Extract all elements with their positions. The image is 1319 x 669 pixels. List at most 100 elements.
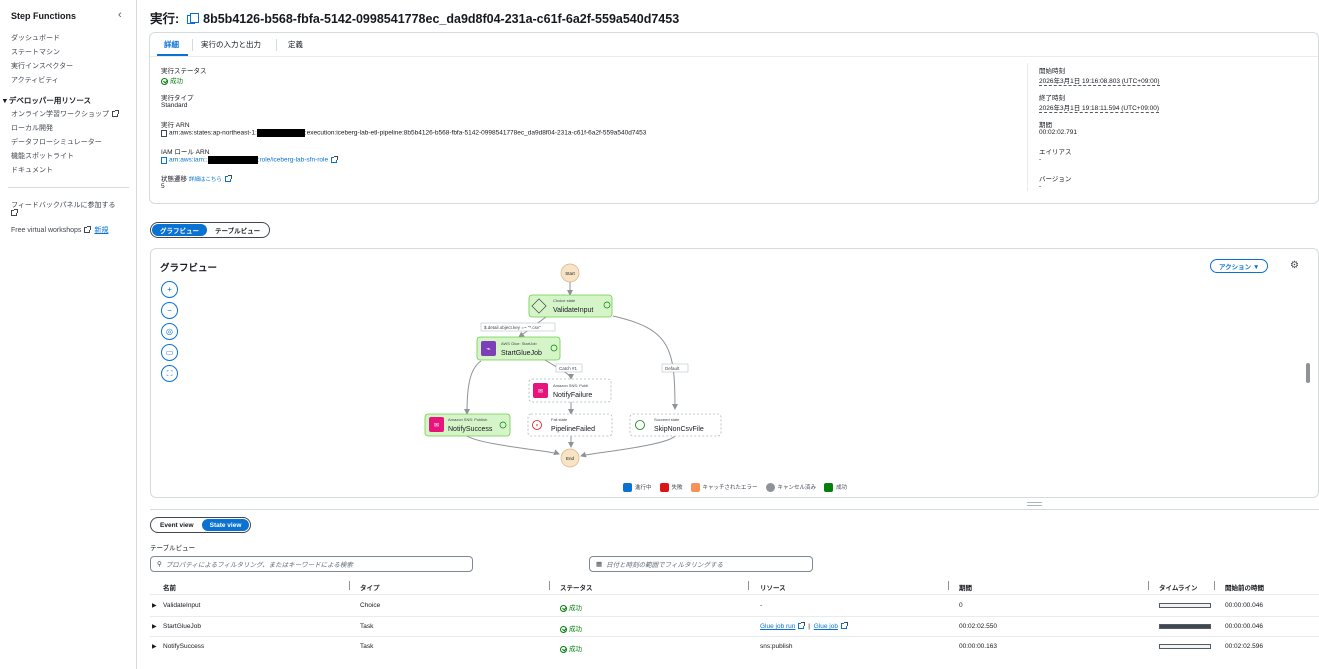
row-resource: sns:publish (760, 643, 793, 650)
version-label: バージョン (1039, 176, 1072, 183)
graph-view-button[interactable]: グラフビュー (152, 224, 207, 236)
search-input[interactable]: ⚲ プロパティによるフィルタリング、またはキーワードによる検索 (150, 556, 473, 572)
glue-job-link[interactable]: Glue job (814, 623, 838, 630)
node-validate-input[interactable]: Choice state ValidateInput (528, 294, 613, 318)
row-resource: Glue job run | Glue job (760, 622, 848, 630)
tab-details[interactable]: 詳細 (164, 39, 179, 50)
arn-prefix: arn:aws:states:ap-northeast-1: (169, 129, 257, 137)
sidebar-item-dataflow-simulator[interactable]: データフローシミュレーター (11, 137, 102, 147)
col-separator[interactable] (1214, 581, 1215, 590)
arn-value: arn:aws:states:ap-northeast-1::execution… (161, 129, 646, 137)
col-separator[interactable] (748, 581, 749, 590)
legend-label: 成功 (836, 485, 848, 491)
alias-value: - (1039, 156, 1042, 163)
feedback-external-link[interactable] (11, 209, 18, 217)
sidebar-item-dashboard[interactable]: ダッシュボード (11, 33, 60, 43)
node-kind: Choice state (553, 298, 576, 303)
node-notify-success[interactable]: ✉ Amazon SNS: Publish NotifySuccess (424, 413, 511, 437)
external-link-icon (798, 622, 806, 630)
expand-row-icon[interactable]: ▶ (152, 602, 157, 609)
timeline-bar (1159, 603, 1211, 608)
copy-icon[interactable] (161, 156, 167, 164)
success-icon (161, 77, 168, 85)
type-label: 実行タイプ (161, 95, 194, 102)
column-divider (1027, 63, 1028, 191)
sidebar-divider (8, 187, 129, 188)
sidebar-item-feedback[interactable]: フィードバックパネルに参加する (11, 200, 116, 210)
transitions-label-text: 状態遷移 (161, 176, 187, 183)
search-placeholder: プロパティによるフィルタリング、またはキーワードによる検索 (165, 562, 353, 569)
col-separator[interactable] (1148, 581, 1149, 590)
sidebar-item-local-dev[interactable]: ローカル開発 (11, 123, 53, 133)
tab-input-output[interactable]: 実行の入力と出力 (201, 39, 261, 50)
sidebar-section-dev-resources[interactable]: ▾ デベロッパー用リソース (3, 95, 91, 106)
status-text: 成功 (569, 626, 582, 633)
sidebar-item-activities[interactable]: アクティビティ (11, 75, 59, 85)
page-title-prefix: 実行: (150, 12, 180, 26)
col-separator[interactable] (549, 581, 550, 590)
node-kind: Amazon SNS: Publish (448, 417, 487, 422)
resize-handle[interactable] (1027, 502, 1042, 506)
sidebar-item-state-machines[interactable]: ステートマシン (11, 47, 60, 57)
node-kind: Succeed state (654, 417, 680, 422)
new-badge: 新規 (94, 227, 109, 234)
row-time-before-start: 00:02:02.596 (1225, 643, 1263, 650)
col-type[interactable]: タイプ (360, 582, 380, 592)
col-time-before-start[interactable]: 開始前の時間 (1225, 582, 1264, 592)
end-value: 2026年3月1日 19:18:11.594 (UTC+09:00) (1039, 102, 1160, 113)
status-text: 成功 (569, 646, 582, 653)
state-view-button[interactable]: State view (201, 519, 250, 531)
role-prefix: arn:aws:iam:: (169, 156, 208, 164)
status-label: 実行ステータス (161, 68, 207, 75)
col-status[interactable]: ステータス (560, 582, 593, 592)
col-timeline[interactable]: タイムライン (1159, 582, 1198, 592)
graph-scrollbar[interactable] (1306, 363, 1310, 383)
expand-row-icon[interactable]: ▶ (152, 643, 157, 650)
status-value: 成功 (161, 75, 183, 85)
col-separator[interactable] (349, 581, 350, 590)
legend-cancelled: キャンセル済み (765, 483, 817, 493)
edge-label-condition: $.detail.object.key =~ "*.csv" (484, 325, 541, 330)
role-value[interactable]: arn:aws:iam:::role/iceberg-lab-sfn-role (161, 156, 339, 164)
expand-row-icon[interactable]: ▶ (152, 623, 157, 630)
collapse-sidebar-icon[interactable]: ‹ (118, 9, 122, 21)
copy-icon[interactable] (186, 13, 199, 25)
graph-panel: グラフビュー アクション ▼ ⚙ + − ◎ ▭ ⛶ $.detail.obje… (150, 248, 1319, 498)
col-duration[interactable]: 期間 (959, 582, 972, 592)
col-separator[interactable] (948, 581, 949, 590)
learn-more-link[interactable]: 詳細はこちら (189, 177, 222, 183)
row-name: StartGlueJob (163, 623, 201, 630)
tab-definition[interactable]: 定義 (288, 39, 303, 50)
tab-separator (192, 39, 193, 51)
node-start-glue-job[interactable]: ⌁ AWS Glue: StartJob StartGlueJob (476, 336, 561, 361)
timeline-fill (1160, 625, 1210, 628)
date-range-filter[interactable]: ▦ 日付と時刻の範囲でフィルタリングする (589, 556, 813, 572)
table-view-button[interactable]: テーブルビュー (207, 224, 268, 236)
end-label: End (566, 456, 575, 461)
legend-label: 進行中 (635, 485, 652, 491)
sidebar-item-workshops[interactable]: Free virtual workshops 新規 (11, 225, 108, 235)
graph-legend: 進行中 失敗 キャッチされたエラー キャンセル済み 成功 (623, 483, 848, 493)
legend-label: キャンセル済み (777, 485, 817, 491)
sidebar-item-execution-inspector[interactable]: 実行インスペクター (11, 61, 73, 71)
col-resource[interactable]: リソース (760, 582, 786, 592)
sidebar-brand[interactable]: Step Functions (11, 11, 76, 21)
section-divider (150, 509, 1319, 510)
date-placeholder: 日付と時刻の範囲でフィルタリングする (606, 562, 724, 569)
sidebar-item-workshop[interactable]: オンライン学習ワークショップ (11, 109, 119, 119)
node-kind: AWS Glue: StartJob (501, 341, 537, 346)
glue-job-run-link[interactable]: Glue job run (760, 623, 795, 630)
row-time-before-start: 00:00:00.046 (1225, 602, 1263, 609)
timeline-bar (1159, 624, 1211, 629)
event-view-button[interactable]: Event view (152, 519, 202, 531)
copy-icon[interactable] (161, 129, 167, 137)
sidebar-item-documentation[interactable]: ドキュメント (11, 165, 53, 175)
sidebar: Step Functions ‹ ダッシュボード ステートマシン 実行インスペク… (0, 0, 137, 669)
caught-error-icon (690, 483, 700, 493)
success-icon (560, 604, 567, 612)
node-pipeline-failed[interactable]: × Fail state PipelineFailed (527, 413, 613, 437)
node-notify-failure[interactable]: ✉ Amazon SNS: Publi NotifyFailure (528, 378, 612, 403)
sidebar-item-feature-spotlight[interactable]: 機能スポットライト (11, 151, 74, 161)
node-skip-non-csv[interactable]: Succeed state SkipNonCsvFile (629, 413, 722, 437)
col-name[interactable]: 名前 (163, 582, 176, 592)
